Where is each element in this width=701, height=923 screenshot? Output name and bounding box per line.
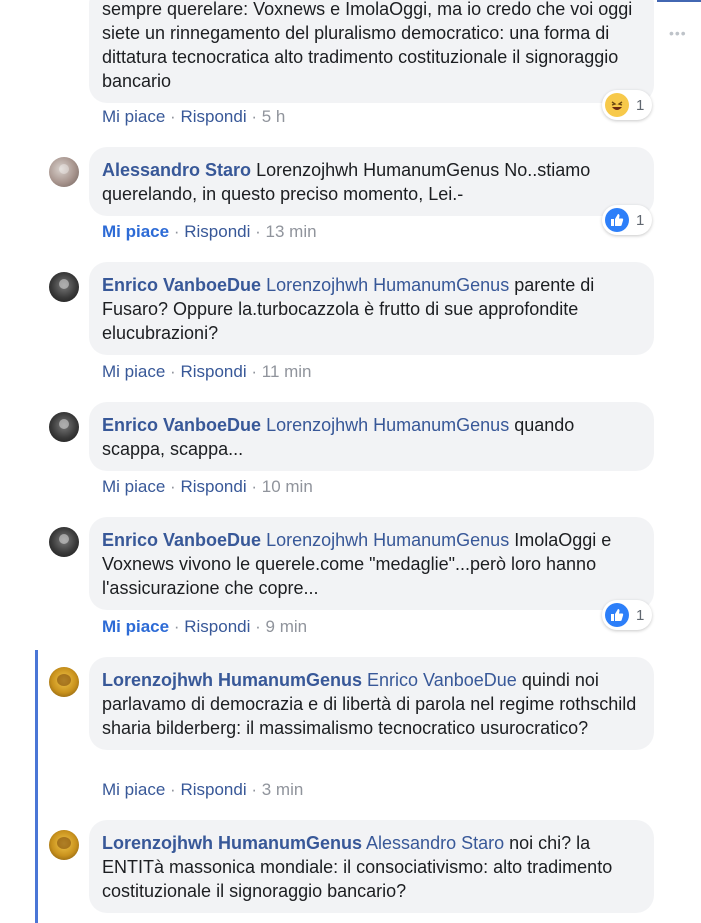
thumbs-up-icon <box>605 208 629 232</box>
timestamp[interactable]: 3 min <box>262 780 304 799</box>
separator: · <box>173 617 180 636</box>
more-options-icon[interactable]: ••• <box>669 24 687 42</box>
separator: · <box>173 222 180 241</box>
timestamp[interactable]: 13 min <box>266 222 317 241</box>
top-divider <box>657 0 701 2</box>
avatar[interactable] <box>49 412 79 442</box>
mention-link[interactable]: Lorenzojhwh HumanumGenus <box>266 530 509 550</box>
reaction-count: 1 <box>636 96 645 114</box>
separator: · <box>251 780 258 799</box>
mention-link[interactable]: Enrico VanboeDue <box>367 670 517 690</box>
comment-bubble: sempre querelare: Voxnews e ImolaOggi, m… <box>89 0 654 103</box>
comment-bubble: Enrico VanboeDue Lorenzojhwh HumanumGenu… <box>89 402 654 471</box>
comment-author[interactable]: Alessandro Staro <box>102 160 251 180</box>
separator: · <box>170 780 176 799</box>
comment-actions: Mi piace · Rispondi · 11 min <box>102 362 312 382</box>
reaction-summary[interactable]: 1 <box>602 205 653 235</box>
like-button[interactable]: Mi piace <box>102 617 169 636</box>
separator: · <box>251 362 258 381</box>
haha-reaction-icon <box>605 93 629 117</box>
comment-author[interactable]: Enrico VanboeDue <box>102 275 261 295</box>
comment-actions: Mi piace · Rispondi · 9 min <box>102 617 307 637</box>
timestamp[interactable]: 10 min <box>262 477 313 496</box>
reply-button[interactable]: Rispondi <box>184 222 250 241</box>
like-button[interactable]: Mi piace <box>102 780 165 799</box>
mention-link[interactable]: Alessandro Staro <box>366 833 504 853</box>
comment-bubble: Lorenzojhwh HumanumGenus Enrico VanboeDu… <box>89 657 654 750</box>
reaction-count: 1 <box>636 606 645 624</box>
like-button[interactable]: Mi piace <box>102 107 165 126</box>
separator: · <box>170 107 176 126</box>
timestamp[interactable]: 5 h <box>262 107 286 126</box>
comment-actions: Mi piace · Rispondi · 5 h <box>102 107 285 127</box>
comment-bubble: Alessandro Staro Lorenzojhwh HumanumGenu… <box>89 147 654 216</box>
like-button[interactable]: Mi piace <box>102 222 169 241</box>
avatar[interactable] <box>49 272 79 302</box>
reply-button[interactable]: Rispondi <box>184 617 250 636</box>
avatar[interactable] <box>49 157 79 187</box>
comment-text: sempre querelare: Voxnews e ImolaOggi, m… <box>102 0 633 91</box>
comment-author[interactable]: Enrico VanboeDue <box>102 530 261 550</box>
comment-bubble: Lorenzojhwh HumanumGenus Alessandro Star… <box>89 820 654 913</box>
reaction-summary[interactable]: 1 <box>602 90 653 120</box>
avatar[interactable] <box>49 830 79 860</box>
separator: · <box>170 362 176 381</box>
mention-link[interactable]: Lorenzojhwh HumanumGenus <box>266 275 509 295</box>
comment-author[interactable]: Enrico VanboeDue <box>102 415 261 435</box>
comment-author[interactable]: Lorenzojhwh HumanumGenus <box>102 670 362 690</box>
separator: · <box>251 107 258 126</box>
comment-bubble: Enrico VanboeDue Lorenzojhwh HumanumGenu… <box>89 517 654 610</box>
separator: · <box>170 477 176 496</box>
avatar[interactable] <box>49 667 79 697</box>
like-button[interactable]: Mi piace <box>102 477 165 496</box>
separator: · <box>251 477 258 496</box>
comment-author[interactable]: Lorenzojhwh HumanumGenus <box>102 833 362 853</box>
like-button[interactable]: Mi piace <box>102 362 165 381</box>
thumbs-up-icon <box>605 603 629 627</box>
mention-link[interactable]: Lorenzojhwh HumanumGenus <box>266 415 509 435</box>
comment-actions: Mi piace · Rispondi · 10 min <box>102 477 313 497</box>
reply-button[interactable]: Rispondi <box>180 107 246 126</box>
comment-bubble: Enrico VanboeDue Lorenzojhwh HumanumGenu… <box>89 262 654 355</box>
reply-button[interactable]: Rispondi <box>180 780 246 799</box>
separator: · <box>255 222 261 241</box>
reply-button[interactable]: Rispondi <box>180 477 246 496</box>
timestamp[interactable]: 11 min <box>262 362 312 381</box>
comment-actions: Mi piace · Rispondi · 13 min <box>102 222 317 242</box>
separator: · <box>255 617 261 636</box>
reaction-summary[interactable]: 1 <box>602 600 653 630</box>
reply-button[interactable]: Rispondi <box>180 362 246 381</box>
timestamp[interactable]: 9 min <box>266 617 308 636</box>
avatar[interactable] <box>49 527 79 557</box>
comment-actions: Mi piace · Rispondi · 3 min <box>102 780 303 800</box>
reply-thread-line <box>35 650 38 923</box>
reaction-count: 1 <box>636 211 645 229</box>
